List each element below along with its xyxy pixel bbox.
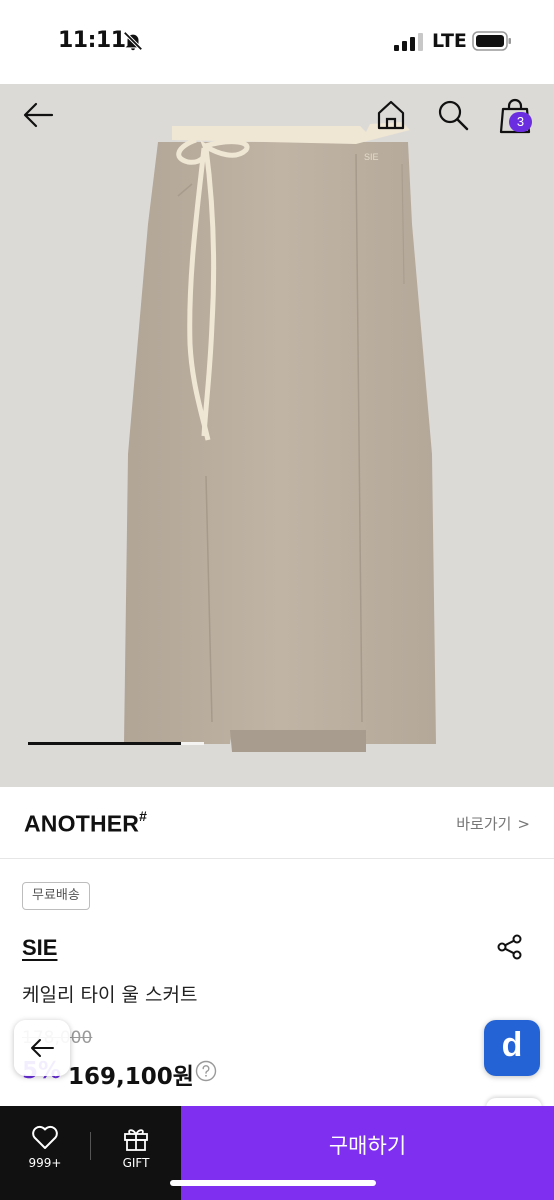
free-shipping-tag: 무료배송 [22,882,90,910]
gift-icon [124,1129,148,1151]
battery-icon [472,31,511,51]
floating-back-button[interactable] [14,1020,70,1076]
floating-d-button[interactable]: d [484,1020,540,1076]
garment-logo-text: SIE [364,152,379,162]
brand-shortcut-link[interactable]: 바로가기 > [456,813,530,834]
gift-button[interactable]: GIFT [91,1106,181,1200]
sale-price: 169,100원 [68,1064,194,1090]
brand-row[interactable]: ANOTHER# 바로가기 > [0,787,554,859]
home-indicator [170,1180,376,1186]
cart-count-badge: 3 [509,112,532,132]
product-brand-link[interactable]: SIE [22,935,57,961]
signal-icon [394,33,423,51]
help-circle-icon[interactable] [195,1060,217,1082]
search-icon[interactable] [436,98,470,132]
wishlist-button[interactable]: 999+ [0,1106,90,1200]
store-logo: ANOTHER# [24,808,148,837]
gallery-progress-fill [28,742,182,745]
status-time: 11:11 [58,28,126,53]
back-arrow-icon [31,1039,54,1057]
bell-muted-icon [123,31,143,51]
gallery-progress-track [28,742,204,745]
gift-label: GIFT [122,1156,150,1170]
wishlist-count: 999+ [28,1156,62,1170]
skirt-product-image: SIE [0,84,554,787]
home-icon[interactable] [374,98,408,132]
back-arrow-icon[interactable] [20,97,56,133]
network-label: LTE [432,30,467,52]
product-image-gallery[interactable]: SIE [0,84,554,787]
share-icon[interactable] [496,933,524,961]
buy-button-label: 구매하기 [328,1134,407,1158]
d-logo-icon: d [501,1026,523,1064]
heart-icon [32,1125,58,1149]
status-bar: 11:11 LTE [0,0,554,84]
product-name: 케일리 타이 울 스커트 [22,984,198,1006]
chevron-right-icon: > [517,815,530,833]
